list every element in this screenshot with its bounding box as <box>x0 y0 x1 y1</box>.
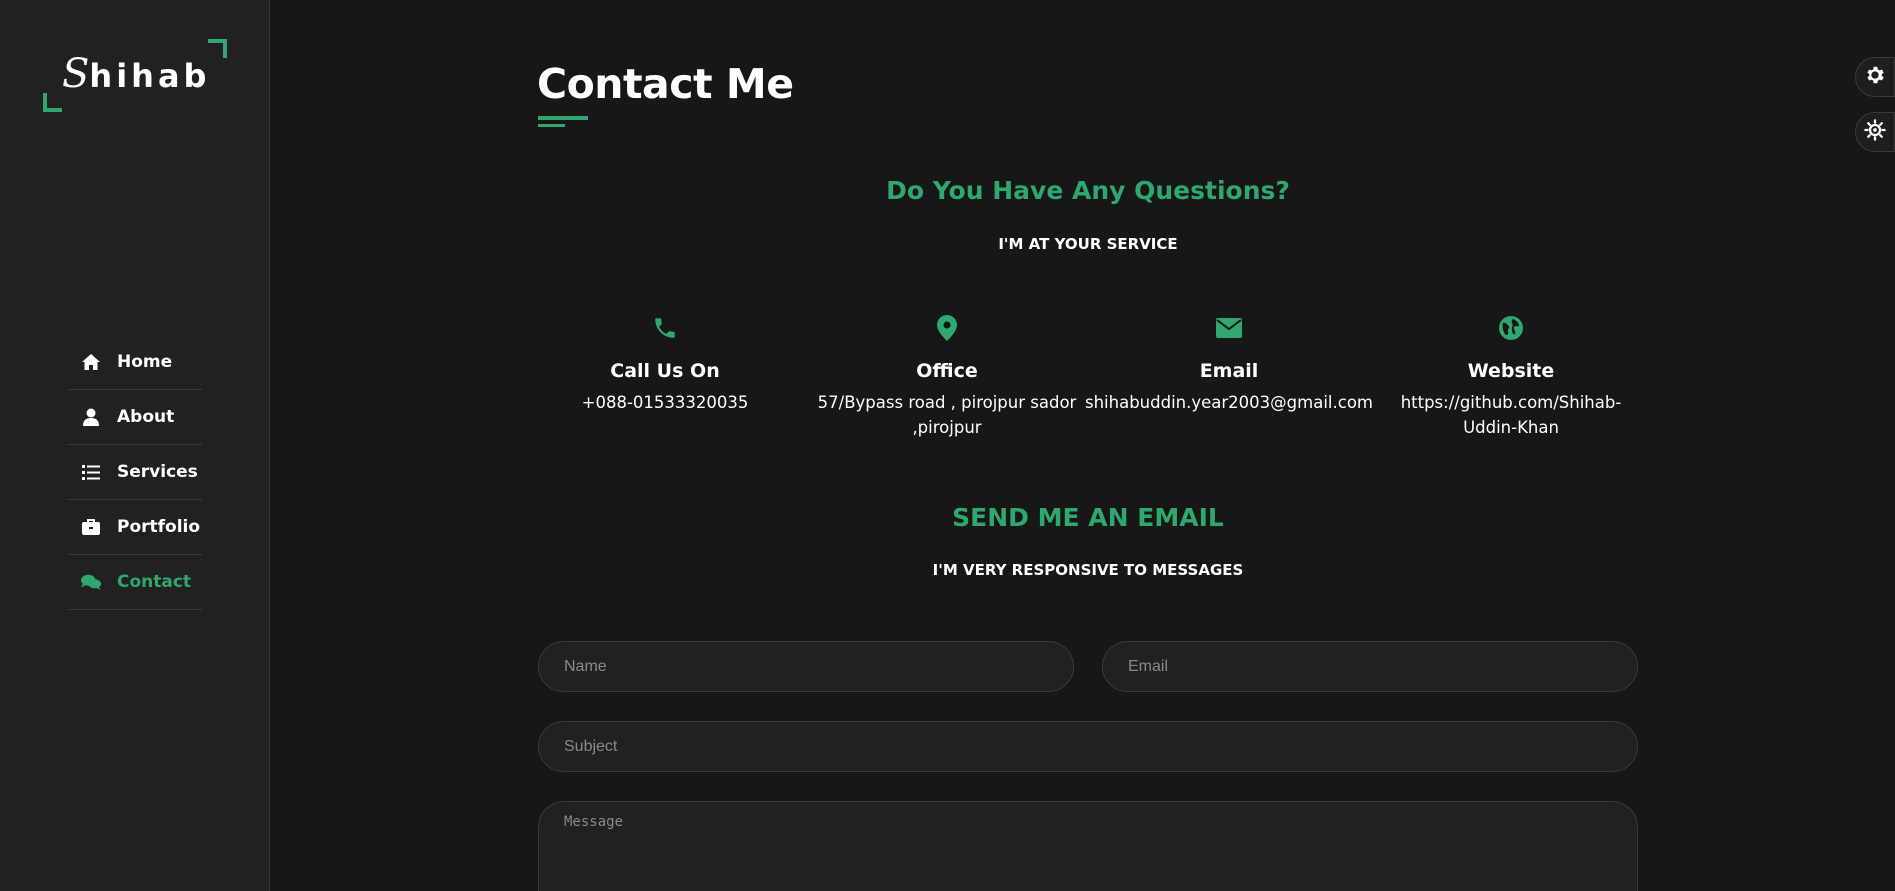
message-textarea[interactable] <box>538 801 1638 891</box>
title-underline <box>538 116 588 120</box>
page-title: Contact Me <box>537 60 794 108</box>
office-address: 57/Bypass road , pirojpur sador ,pirojpu… <box>817 393 1077 437</box>
sidebar-item-label: Services <box>117 462 198 482</box>
send-email-heading: SEND ME AN EMAIL <box>952 503 1224 532</box>
info-title: Email <box>1199 360 1259 382</box>
subject-input[interactable] <box>538 721 1638 772</box>
sidebar-item-portfolio[interactable]: Portfolio <box>68 500 202 555</box>
sidebar: Shihab Home About Services Portfolio Con… <box>0 0 270 891</box>
logo-rest: hihab <box>89 57 211 95</box>
main-nav: Home About Services Portfolio Contact <box>68 335 202 610</box>
briefcase-icon <box>81 517 101 537</box>
name-input[interactable] <box>538 641 1074 692</box>
list-icon <box>81 462 101 482</box>
map-marker-icon <box>806 312 1088 344</box>
globe-icon <box>1370 312 1652 344</box>
website-link[interactable]: https://github.com/Shihab-Uddin-Khan <box>1370 390 1652 440</box>
info-title: Call Us On <box>610 360 720 382</box>
phone-number[interactable]: +088-01533320035 <box>524 390 806 415</box>
phone-icon <box>524 312 806 344</box>
user-icon <box>81 407 101 427</box>
comments-icon <box>81 572 101 592</box>
questions-heading: Do You Have Any Questions? <box>886 176 1290 205</box>
sidebar-item-label: Contact <box>117 572 192 592</box>
info-website: Website https://github.com/Shihab-Uddin-… <box>1370 312 1652 440</box>
gear-icon <box>1864 64 1886 90</box>
sidebar-item-services[interactable]: Services <box>68 445 202 500</box>
logo-corner-top-right <box>208 39 227 58</box>
sidebar-item-label: About <box>117 407 175 427</box>
sidebar-item-contact[interactable]: Contact <box>68 555 202 610</box>
info-email: Email shihabuddin.year2003@gmail.com <box>1085 312 1373 415</box>
sun-gear-icon <box>1864 119 1886 145</box>
email-input[interactable] <box>1102 641 1638 692</box>
logo[interactable]: Shihab <box>43 39 227 112</box>
service-subheading: I'M AT YOUR SERVICE <box>998 235 1178 253</box>
main-content: Contact Me Do You Have Any Questions? I'… <box>271 0 1895 891</box>
logo-initial: S <box>62 51 90 97</box>
theme-toggle-button[interactable] <box>1855 112 1895 152</box>
sidebar-item-about[interactable]: About <box>68 390 202 445</box>
home-icon <box>81 352 101 372</box>
info-title: Office <box>916 360 978 382</box>
responsive-subheading: I'M VERY RESPONSIVE TO MESSAGES <box>932 561 1244 579</box>
settings-toggle-button[interactable] <box>1855 57 1895 97</box>
logo-corner-bottom-left <box>43 93 62 112</box>
info-title: Website <box>1467 360 1555 382</box>
sidebar-item-label: Portfolio <box>117 517 201 537</box>
sidebar-item-home[interactable]: Home <box>68 335 202 390</box>
info-office: Office 57/Bypass road , pirojpur sador ,… <box>806 312 1088 440</box>
sidebar-item-label: Home <box>117 352 173 372</box>
logo-text: Shihab <box>62 51 210 97</box>
info-call: Call Us On +088-01533320035 <box>524 312 806 415</box>
envelope-icon <box>1088 312 1370 344</box>
email-address[interactable]: shihabuddin.year2003@gmail.com <box>1068 390 1390 415</box>
title-underline-short <box>538 124 565 127</box>
